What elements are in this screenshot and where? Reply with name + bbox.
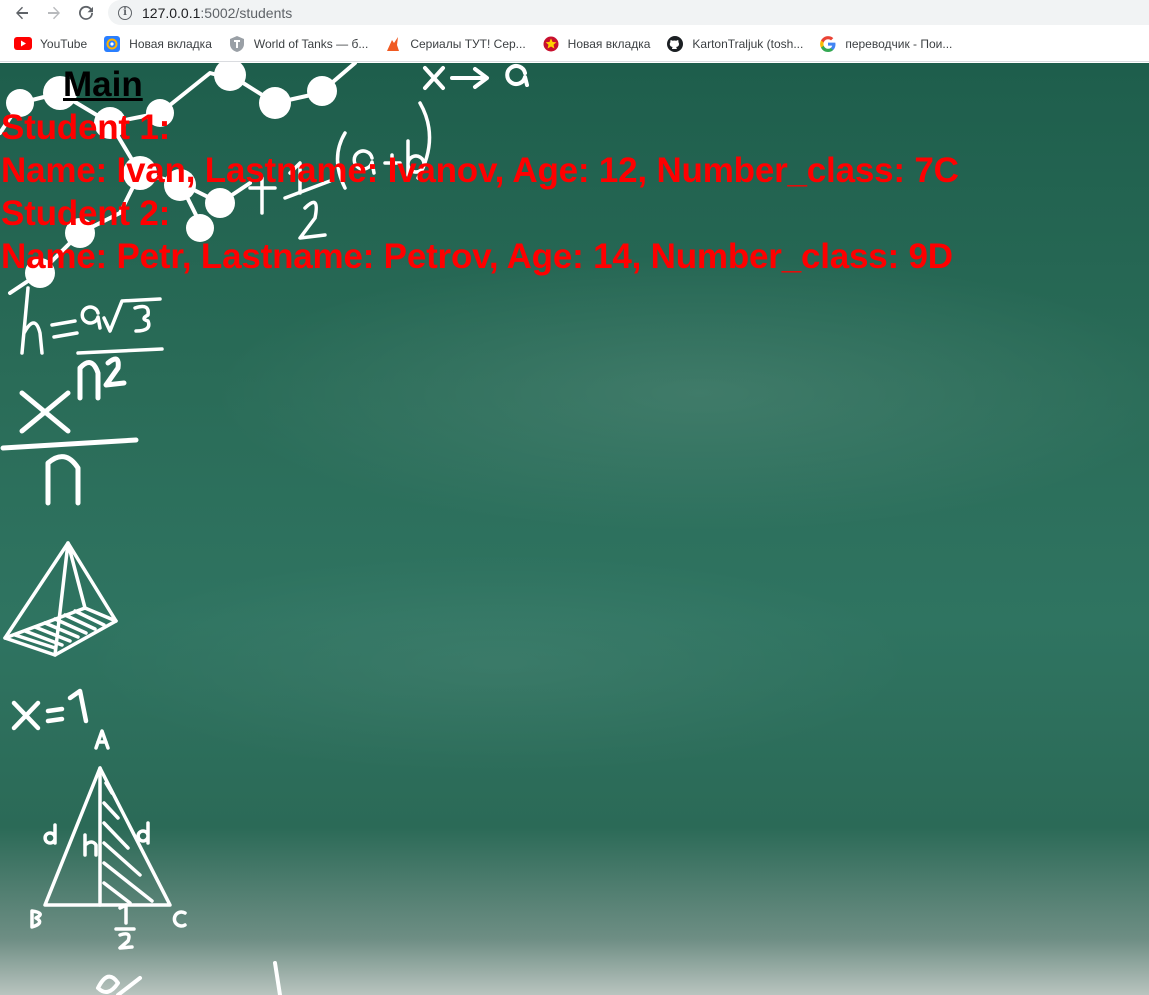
triangle-drawing [30,729,187,950]
bookmark-label: переводчик - Пои... [845,36,953,51]
forward-arrow-icon[interactable] [42,1,66,25]
back-arrow-icon[interactable] [10,1,34,25]
height-formula [20,286,164,355]
bookmark-serials[interactable]: Сериалы ТУТ! Сер... [382,30,533,58]
student-1-details: Name: Ivan, Lastname: Ivanov, Age: 12, N… [1,151,959,190]
wot-shield-icon [228,35,246,52]
bookmarks-bar: YouTube Новая вкладка World of Tanks — б… [0,26,1149,62]
bookmark-label: World of Tanks — б... [253,36,369,51]
bookmark-label: Сериалы ТУТ! Сер... [410,36,526,51]
bottom-chalk-marks [96,961,282,995]
youtube-icon [14,36,32,52]
student-2-heading: Student 2: [1,194,171,233]
url-text[interactable]: 127.0.0.1:5002/students [142,5,292,21]
mail-at-icon [103,35,121,52]
main-link[interactable]: Main [63,65,143,105]
bookmark-world-of-tanks[interactable]: World of Tanks — б... [226,30,376,58]
bookmark-label: Новая вкладка [129,36,212,51]
github-icon [666,35,684,52]
student-1-heading: Student 1: [1,108,171,147]
google-icon [819,35,837,52]
url-path: :5002/students [200,4,293,21]
bookmark-label: YouTube [40,36,88,51]
bookmark-github[interactable]: KartonTraljuk (tosh... [664,30,811,58]
url-host: 127.0.0.1 [142,4,201,21]
bookmark-translator[interactable]: переводчик - Пои... [817,30,960,58]
fox-icon [384,36,402,52]
address-bar[interactable]: i 127.0.0.1:5002/students [108,0,1149,25]
page-content: Main Student 1: Name: Ivan, Lastname: Iv… [0,63,1149,995]
x-equals-one [11,688,89,731]
bookmark-label: Новая вкладка [567,36,651,51]
fraction-formula [0,356,139,506]
x-arrow-a-formula [423,64,529,90]
site-info-icon[interactable]: i [118,5,132,20]
browser-toolbar: i 127.0.0.1:5002/students [0,0,1149,26]
pyramid-drawing [3,541,118,657]
star-badge-icon [542,36,560,52]
reload-icon[interactable] [74,1,98,25]
bookmark-label: KartonTraljuk (tosh... [692,36,804,51]
student-2-details: Name: Petr, Lastname: Petrov, Age: 14, N… [1,237,953,276]
bookmark-new-tab-2[interactable]: Новая вкладка [540,30,659,58]
bookmark-youtube[interactable]: YouTube [12,30,95,58]
bookmark-new-tab-1[interactable]: Новая вкладка [101,30,220,58]
